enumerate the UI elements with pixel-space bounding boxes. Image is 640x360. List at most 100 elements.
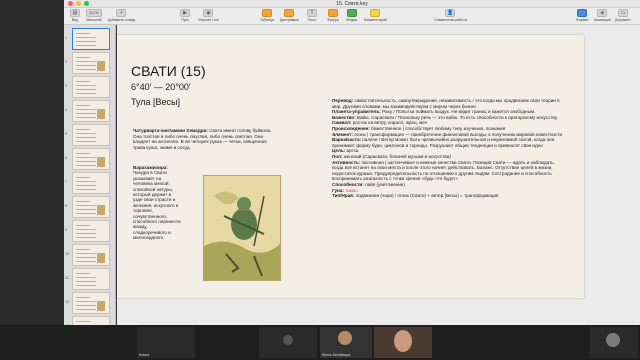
shape-button[interactable]: Фигура [327,9,339,22]
slide-thumb-number: 12 [65,300,69,304]
current-slide[interactable]: СВАТИ (15) 6°40′ — 20°00′ Тула [Весы] Ча… [117,35,584,298]
zoom-label: Масштаб [86,18,102,22]
slide-thumbnail[interactable] [72,76,110,98]
slide-thumbnail[interactable] [72,244,110,266]
text-icon: T [307,9,317,17]
slide-thumb-number: 2 [65,60,67,64]
format-icon [577,9,588,17]
play-button[interactable]: ▶ Пуск [180,9,190,22]
thumb-image [97,205,105,215]
slide-thumbnail[interactable] [72,28,110,50]
slide-thumbnail[interactable] [72,124,110,146]
slide-thumbnail[interactable] [72,172,110,194]
participant-tile-3[interactable]: Alena Zaretskaya [320,327,372,358]
participant-tile-4[interactable] [374,327,432,358]
detail-text: лайя (унитожение) [363,181,405,187]
media-button[interactable]: Медиа [346,9,357,22]
collaborate-button[interactable]: 👤 Совместная работа [434,9,467,22]
thumb-text-line [76,201,90,202]
detail-line: Тип/Нрав: подвижная (чара) / огонь (Сват… [332,193,567,199]
view-label: Вид [71,18,79,22]
table-button[interactable]: Таблица [260,9,274,22]
detail-text: самостоятельность, самоутверждение, неза… [332,98,560,109]
participant-name-1: Алиса [139,353,150,357]
detail-label: Элемент: [332,131,354,137]
details-block[interactable]: Перевод: самостоятельность, самоутвержде… [332,98,567,199]
format-label: Формат [576,18,589,22]
slide-thumbnail[interactable] [72,52,110,74]
thumb-text-line [76,133,96,134]
detail-text: росток на ветру, коралл, жрец, меч [351,120,428,126]
slide-thumbnail[interactable] [72,148,110,170]
thumb-text-line [76,93,96,94]
thumb-text-line [76,261,96,262]
slide-thumb-number: 7 [65,180,67,184]
document-icon: ▭ [617,9,628,17]
slide-thumbnail[interactable] [72,316,110,325]
detail-text: палачи / Ветер может быть чрезвычайно ра… [332,137,555,148]
participant-tile-1[interactable]: Алиса [137,327,195,358]
varaha-text: Чандра в Свати указывает на человека мяг… [133,170,181,241]
chart-label: Диаграмма [280,18,299,22]
view-button[interactable]: ▤ Вид [70,9,80,22]
avatar [606,333,620,347]
animate-button[interactable]: ◈ Анимация [594,9,611,22]
thumb-text-line [76,189,96,190]
animate-label: Анимация [594,18,611,22]
thumb-text-line [76,301,96,302]
media-icon [346,9,357,17]
avatar [283,335,293,345]
slide-title[interactable]: СВАТИ (15) [131,63,206,79]
thumb-text-line [76,185,96,186]
slide-thumb-number: 1 [65,36,67,40]
thumb-image [97,61,105,71]
comment-button[interactable]: Комментарий [364,9,387,22]
participant-tile-2[interactable] [259,327,317,358]
format-button[interactable]: Формат [576,9,589,22]
deity-illustration[interactable] [203,175,281,281]
slide-thumbnail[interactable] [72,220,110,242]
detail-text: Раху / Попытка поймать воздух. Не видит … [380,109,536,115]
thumb-image [97,157,105,167]
slide-thumb-number: 4 [65,108,67,112]
thumb-text-line [76,249,90,250]
thumb-image [97,109,105,119]
slide-thumb-number: 6 [65,156,67,160]
thumb-text-line [76,233,96,234]
detail-label: Перевод: [332,98,354,103]
slide-navigator: 12345678910111213 [64,25,116,325]
slide-thumbnail[interactable] [72,268,110,290]
shape-label: Фигура [327,18,339,22]
slide-thumbnail[interactable] [72,196,110,218]
thumb-text-line [76,157,96,158]
slide-thumbnail[interactable] [72,292,110,314]
participant-tile-5[interactable] [590,327,638,358]
thumb-text-line [76,161,96,162]
add-slide-button[interactable]: + Добавить слайд [108,9,135,22]
thumb-text-line [76,285,96,286]
comment-label: Комментарий [364,18,387,22]
thumb-text-line [76,297,90,298]
detail-label: Символ: [332,120,352,126]
detail-label: Варна/каста: [332,137,362,143]
chart-button[interactable]: Диаграмма [280,9,299,22]
slide-thumbnail[interactable] [72,100,110,122]
play-icon: ▶ [180,9,190,17]
thumb-text-line [76,257,96,258]
thumb-text-line [76,309,96,310]
slide-subtitle[interactable]: Тула [Весы] [131,97,180,107]
detail-label: Планета-управитель: [332,109,381,115]
chaturvarga-block[interactable]: Чатурварга-чинтамани Хемадри: Свати имее… [133,128,273,150]
left-dark-margin [0,0,64,360]
text-button[interactable]: T Текст [307,9,317,22]
varaha-block[interactable]: Варахамихира: Чандра в Свати указывает н… [133,165,181,241]
document-button[interactable]: ▭ Документ [615,9,631,22]
chart-icon [284,9,295,17]
detail-text: артха [345,148,359,154]
detail-text: подвижная (чара) / огонь (Свати) + ветер… [354,193,499,199]
thumb-text-line [76,109,96,110]
slide-degrees[interactable]: 6°40′ — 20°00′ [131,82,191,92]
keynote-live-button[interactable]: ◉ Keynote Live [198,9,219,22]
zoom-button[interactable]: 64 % Масштаб [86,9,102,22]
avatar [338,331,352,345]
